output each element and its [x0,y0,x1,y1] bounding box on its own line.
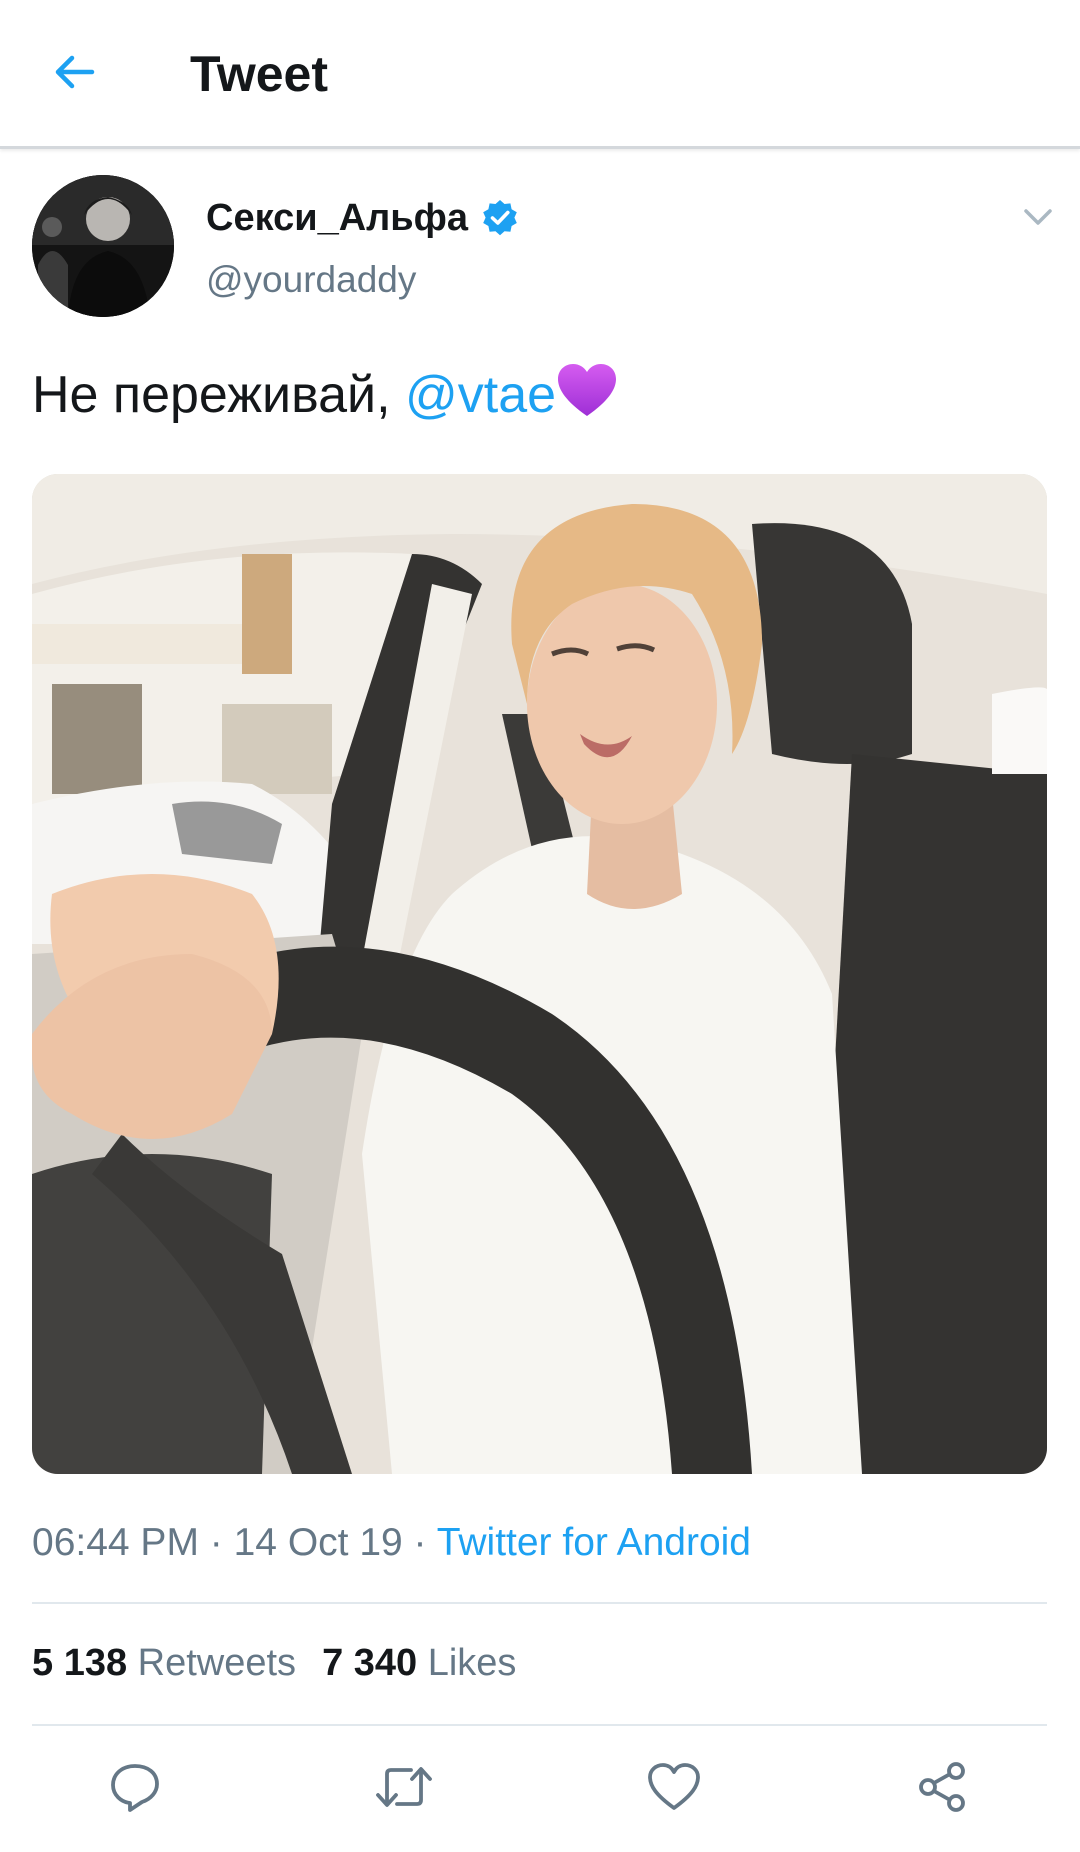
avatar[interactable] [32,175,174,317]
verified-badge-icon [483,200,517,236]
tweet-text: Не переживай, @vtae [32,362,618,426]
author-name[interactable]: Секси_Альфа [206,196,468,240]
reply-icon [111,1764,159,1812]
chevron-down-icon[interactable] [1018,196,1058,236]
share-icon [919,1762,965,1812]
meta-separator: · [198,1521,234,1564]
retweet-icon [376,1767,432,1807]
likes-count: 7 340 [322,1642,418,1684]
like-button[interactable] [642,1755,706,1819]
retweet-button[interactable] [372,1755,436,1819]
meta-separator: · [402,1521,437,1564]
top-app-bar: Tweet [0,0,1080,149]
author-handle[interactable]: @yourdaddy [206,258,416,302]
arrow-left-icon [55,55,95,89]
likes-label: Likes [427,1642,517,1684]
tweet-source-link[interactable]: Twitter for Android [437,1521,751,1564]
mention-link[interactable]: @vtae [405,366,556,424]
tweet-time: 06:44 PM [32,1521,199,1564]
purple-heart-icon [558,364,617,416]
likes-stat[interactable]: 7 340 Likes [322,1640,516,1686]
retweets-label: Retweets [137,1642,297,1684]
tweet-photo[interactable] [32,474,1047,1474]
reply-button[interactable] [103,1755,167,1819]
photo-image [32,474,1047,1474]
page-title: Tweet [190,46,328,102]
divider [32,1724,1047,1726]
retweets-stat[interactable]: 5 138 Retweets [32,1640,296,1686]
tweet-date: 14 Oct 19 [233,1521,403,1564]
avatar-image [32,175,174,317]
tweet-body: Не переживай, [32,366,405,424]
tweet-meta: 06:44 PM · 14 Oct 19 · Twitter for Andro… [32,1520,751,1566]
tweet-stats: 5 138 Retweets 7 340 Likes [32,1640,542,1686]
share-button[interactable] [911,1755,975,1819]
heart-icon [648,1763,700,1810]
divider [32,1602,1047,1604]
retweets-count: 5 138 [32,1642,128,1684]
back-button[interactable] [38,36,110,108]
author-name-row[interactable]: Секси_Альфа [206,196,520,240]
